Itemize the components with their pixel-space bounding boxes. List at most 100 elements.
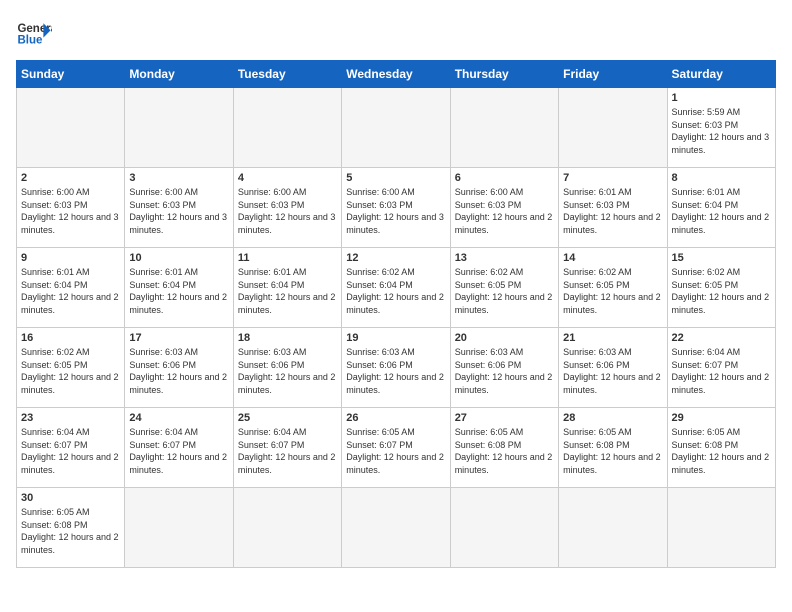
- day-info: Sunrise: 6:00 AMSunset: 6:03 PMDaylight:…: [129, 186, 228, 236]
- calendar-cell: 1 Sunrise: 5:59 AMSunset: 6:03 PMDaylight…: [667, 88, 775, 168]
- calendar-cell: 2 Sunrise: 6:00 AMSunset: 6:03 PMDaylight…: [17, 168, 125, 248]
- day-info: Sunrise: 6:03 AMSunset: 6:06 PMDaylight:…: [129, 346, 228, 396]
- day-number: 12: [346, 252, 445, 264]
- day-number: 15: [672, 252, 771, 264]
- day-info: Sunrise: 6:01 AMSunset: 6:04 PMDaylight:…: [238, 266, 337, 316]
- day-number: 24: [129, 412, 228, 424]
- calendar-week-6: 30 Sunrise: 6:05 AMSunset: 6:08 PMDayligh…: [17, 488, 776, 568]
- calendar-cell: 22Sunrise: 6:04 AMSunset: 6:07 PMDayligh…: [667, 328, 775, 408]
- calendar-cell: [17, 88, 125, 168]
- calendar-cell: 21 Sunrise: 6:03 AMSunset: 6:06 PMDayligh…: [559, 328, 667, 408]
- day-info: Sunrise: 5:59 AMSunset: 6:03 PMDaylight:…: [672, 106, 771, 156]
- calendar-cell: 25Sunrise: 6:04 AMSunset: 6:07 PMDayligh…: [233, 408, 341, 488]
- calendar-cell: 30 Sunrise: 6:05 AMSunset: 6:08 PMDayligh…: [17, 488, 125, 568]
- svg-text:Blue: Blue: [17, 34, 43, 46]
- day-number: 29: [672, 412, 771, 424]
- calendar-table: SundayMondayTuesdayWednesdayThursdayFrid…: [16, 60, 776, 568]
- day-number: 17: [129, 332, 228, 344]
- calendar-week-1: 1 Sunrise: 5:59 AMSunset: 6:03 PMDaylight…: [17, 88, 776, 168]
- calendar-header: SundayMondayTuesdayWednesdayThursdayFrid…: [17, 61, 776, 88]
- calendar-cell: [342, 88, 450, 168]
- weekday-header-sunday: Sunday: [17, 61, 125, 88]
- day-info: Sunrise: 6:00 AMSunset: 6:03 PMDaylight:…: [455, 186, 554, 236]
- calendar-cell: 14 Sunrise: 6:02 AMSunset: 6:05 PMDayligh…: [559, 248, 667, 328]
- day-number: 25: [238, 412, 337, 424]
- day-number: 8: [672, 172, 771, 184]
- day-info: Sunrise: 6:02 AMSunset: 6:05 PMDaylight:…: [672, 266, 771, 316]
- calendar-week-2: 2 Sunrise: 6:00 AMSunset: 6:03 PMDaylight…: [17, 168, 776, 248]
- day-number: 14: [563, 252, 662, 264]
- day-info: Sunrise: 6:01 AMSunset: 6:04 PMDaylight:…: [672, 186, 771, 236]
- calendar-week-4: 16Sunrise: 6:02 AMSunset: 6:05 PMDayligh…: [17, 328, 776, 408]
- calendar-cell: 4Sunrise: 6:00 AMSunset: 6:03 PMDaylight…: [233, 168, 341, 248]
- day-number: 11: [238, 252, 337, 264]
- calendar-cell: 8 Sunrise: 6:01 AMSunset: 6:04 PMDaylight…: [667, 168, 775, 248]
- calendar-cell: [559, 488, 667, 568]
- day-info: Sunrise: 6:05 AMSunset: 6:08 PMDaylight:…: [672, 426, 771, 476]
- day-number: 1: [672, 92, 771, 104]
- weekday-header-saturday: Saturday: [667, 61, 775, 88]
- calendar-cell: 24 Sunrise: 6:04 AMSunset: 6:07 PMDayligh…: [125, 408, 233, 488]
- page-header: General Blue: [16, 16, 776, 52]
- calendar-cell: 9Sunrise: 6:01 AMSunset: 6:04 PMDaylight…: [17, 248, 125, 328]
- day-number: 10: [129, 252, 228, 264]
- day-info: Sunrise: 6:03 AMSunset: 6:06 PMDaylight:…: [563, 346, 662, 396]
- calendar-cell: 27 Sunrise: 6:05 AMSunset: 6:08 PMDayligh…: [450, 408, 558, 488]
- day-info: Sunrise: 6:05 AMSunset: 6:08 PMDaylight:…: [563, 426, 662, 476]
- calendar-cell: [233, 488, 341, 568]
- weekday-header-row: SundayMondayTuesdayWednesdayThursdayFrid…: [17, 61, 776, 88]
- day-number: 23: [21, 412, 120, 424]
- day-number: 21: [563, 332, 662, 344]
- calendar-cell: 10Sunrise: 6:01 AMSunset: 6:04 PMDayligh…: [125, 248, 233, 328]
- day-number: 20: [455, 332, 554, 344]
- day-info: Sunrise: 6:02 AMSunset: 6:04 PMDaylight:…: [346, 266, 445, 316]
- day-number: 26: [346, 412, 445, 424]
- day-info: Sunrise: 6:02 AMSunset: 6:05 PMDaylight:…: [563, 266, 662, 316]
- day-number: 3: [129, 172, 228, 184]
- day-info: Sunrise: 6:02 AMSunset: 6:05 PMDaylight:…: [455, 266, 554, 316]
- calendar-week-3: 9 Sunrise: 6:01 AMSunset: 6:04 PMDaylight…: [17, 248, 776, 328]
- weekday-header-friday: Friday: [559, 61, 667, 88]
- day-info: Sunrise: 6:00 AMSunset: 6:03 PMDaylight:…: [238, 186, 337, 236]
- logo: General Blue: [16, 16, 52, 52]
- day-number: 5: [346, 172, 445, 184]
- day-info: Sunrise: 6:04 AMSunset: 6:07 PMDaylight:…: [129, 426, 228, 476]
- calendar-cell: 26Sunrise: 6:05 AMSunset: 6:07 PMDayligh…: [342, 408, 450, 488]
- calendar-cell: 28 Sunrise: 6:05 AMSunset: 6:08 PMDayligh…: [559, 408, 667, 488]
- day-info: Sunrise: 6:05 AMSunset: 6:08 PMDaylight:…: [21, 506, 120, 556]
- calendar-cell: 29 Sunrise: 6:05 AMSunset: 6:08 PMDayligh…: [667, 408, 775, 488]
- day-number: 27: [455, 412, 554, 424]
- day-number: 7: [563, 172, 662, 184]
- calendar-cell: 11 Sunrise: 6:01 AMSunset: 6:04 PMDayligh…: [233, 248, 341, 328]
- calendar-cell: 17 Sunrise: 6:03 AMSunset: 6:06 PMDayligh…: [125, 328, 233, 408]
- calendar-cell: [342, 488, 450, 568]
- calendar-cell: 16Sunrise: 6:02 AMSunset: 6:05 PMDayligh…: [17, 328, 125, 408]
- calendar-cell: 12 Sunrise: 6:02 AMSunset: 6:04 PMDayligh…: [342, 248, 450, 328]
- calendar-cell: 20 Sunrise: 6:03 AMSunset: 6:06 PMDayligh…: [450, 328, 558, 408]
- calendar-cell: [233, 88, 341, 168]
- calendar-cell: [559, 88, 667, 168]
- day-info: Sunrise: 6:00 AMSunset: 6:03 PMDaylight:…: [346, 186, 445, 236]
- calendar-cell: 19Sunrise: 6:03 AMSunset: 6:06 PMDayligh…: [342, 328, 450, 408]
- calendar-cell: 7 Sunrise: 6:01 AMSunset: 6:03 PMDaylight…: [559, 168, 667, 248]
- day-number: 6: [455, 172, 554, 184]
- day-number: 19: [346, 332, 445, 344]
- day-number: 28: [563, 412, 662, 424]
- day-info: Sunrise: 6:00 AMSunset: 6:03 PMDaylight:…: [21, 186, 120, 236]
- calendar-cell: [125, 88, 233, 168]
- weekday-header-monday: Monday: [125, 61, 233, 88]
- day-number: 9: [21, 252, 120, 264]
- day-info: Sunrise: 6:03 AMSunset: 6:06 PMDaylight:…: [455, 346, 554, 396]
- calendar-cell: [450, 88, 558, 168]
- day-number: 13: [455, 252, 554, 264]
- day-number: 22: [672, 332, 771, 344]
- calendar-cell: [125, 488, 233, 568]
- day-info: Sunrise: 6:01 AMSunset: 6:03 PMDaylight:…: [563, 186, 662, 236]
- logo-icon: General Blue: [16, 16, 52, 52]
- day-info: Sunrise: 6:05 AMSunset: 6:08 PMDaylight:…: [455, 426, 554, 476]
- weekday-header-tuesday: Tuesday: [233, 61, 341, 88]
- weekday-header-thursday: Thursday: [450, 61, 558, 88]
- weekday-header-wednesday: Wednesday: [342, 61, 450, 88]
- day-number: 2: [21, 172, 120, 184]
- day-number: 30: [21, 492, 120, 504]
